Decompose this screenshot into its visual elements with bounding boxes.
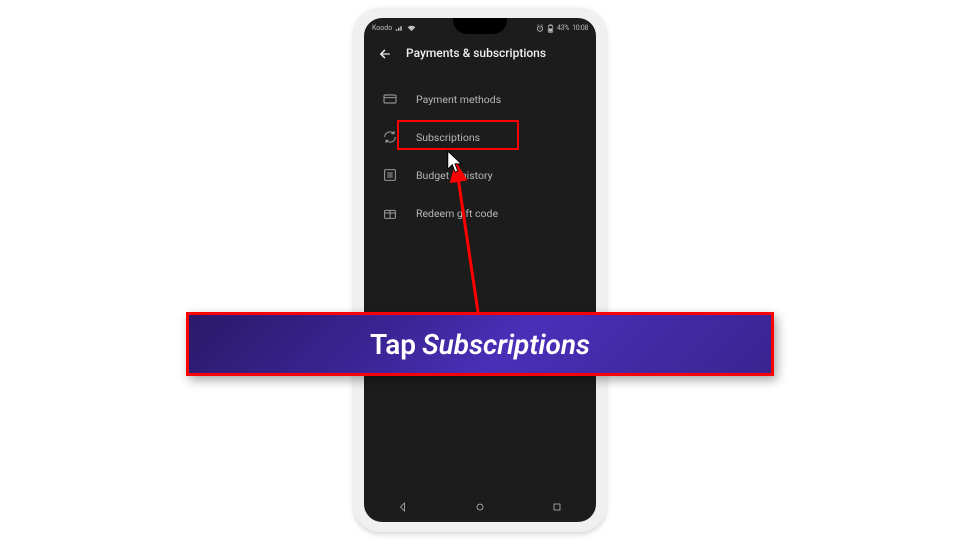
nav-back-icon[interactable] (397, 498, 409, 517)
android-nav-bar (364, 492, 596, 522)
time-label: 10:08 (572, 24, 588, 32)
alarm-icon (536, 24, 544, 32)
status-left: Koodo (372, 24, 416, 32)
callout-prefix: Tap (370, 328, 416, 361)
page-title: Payments & subscriptions (406, 46, 546, 60)
phone-frame: Koodo 43% 10:08 Payments & subscriptions (354, 8, 606, 532)
cursor-icon (446, 149, 464, 175)
callout-target: Subscriptions (422, 328, 590, 361)
annotation-callout-banner: Tap Subscriptions (186, 312, 774, 376)
back-icon[interactable] (378, 46, 392, 60)
wifi-icon (407, 25, 416, 32)
menu-item-payment-methods[interactable]: Payment methods (364, 80, 596, 118)
nav-home-icon[interactable] (474, 498, 486, 517)
list-icon (382, 167, 398, 183)
carrier-label: Koodo (372, 24, 392, 32)
menu-label: Subscriptions (416, 131, 480, 144)
battery-label: 43% (557, 24, 569, 32)
menu-item-redeem-gift[interactable]: Redeem gift code (364, 194, 596, 232)
menu-item-budget-history[interactable]: Budget & history (364, 156, 596, 194)
status-right: 43% 10:08 (536, 24, 588, 33)
phone-notch (453, 18, 507, 34)
phone-screen: Koodo 43% 10:08 Payments & subscriptions (364, 18, 596, 522)
nav-recent-icon[interactable] (551, 498, 563, 517)
menu-list: Payment methods Subscriptions Budget & h… (364, 74, 596, 238)
gift-icon (382, 205, 398, 221)
card-icon (382, 91, 398, 107)
menu-label: Redeem gift code (416, 207, 498, 220)
page-header: Payments & subscriptions (364, 36, 596, 74)
menu-item-subscriptions[interactable]: Subscriptions (364, 118, 596, 156)
refresh-icon (382, 129, 398, 145)
signal-icon (395, 25, 404, 32)
menu-label: Payment methods (416, 93, 501, 106)
battery-icon (547, 24, 554, 33)
